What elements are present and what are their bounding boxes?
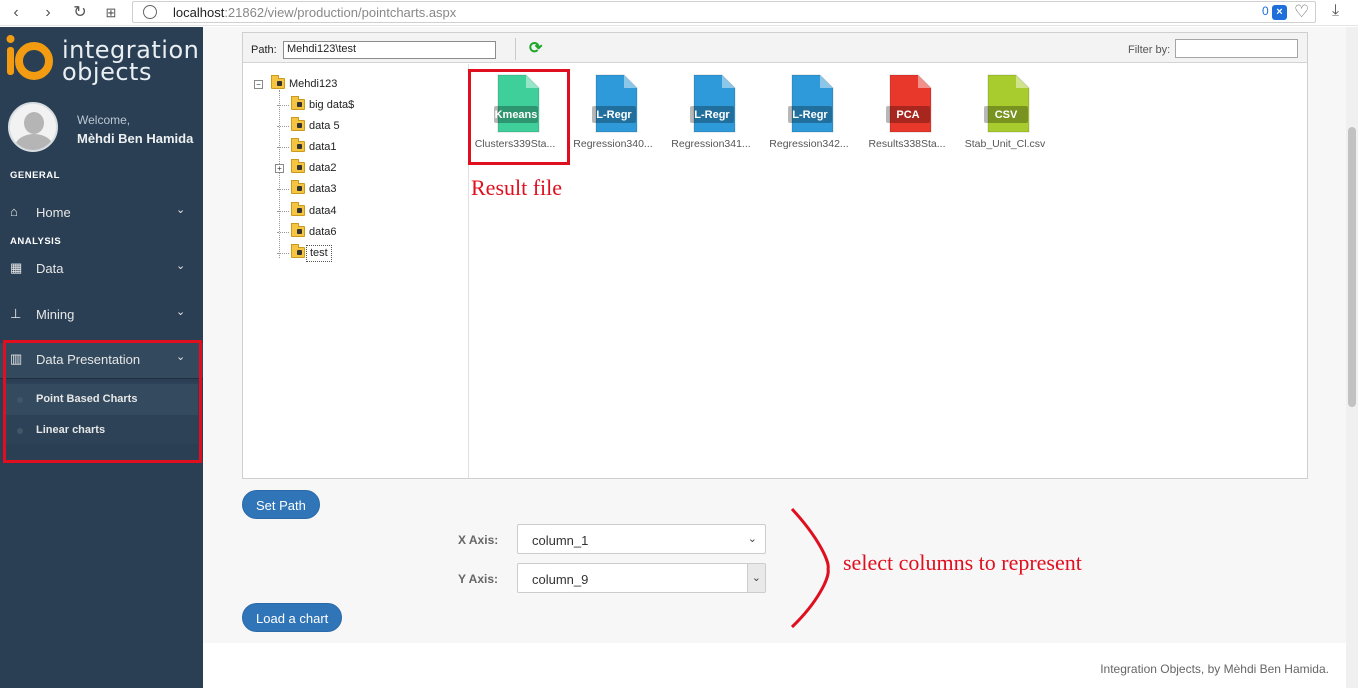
path-toolbar: Path: Mehdi123\test ⟳ Filter by: xyxy=(243,33,1307,63)
expand-icon[interactable]: + xyxy=(275,164,284,173)
sitemap-icon: ⊥ xyxy=(10,306,22,321)
refresh-icon[interactable]: ⟳ xyxy=(529,38,542,58)
load-chart-button[interactable]: Load a chart xyxy=(242,603,343,632)
avatar xyxy=(8,102,58,152)
file-item[interactable]: PCA Results338Sta... xyxy=(862,74,952,159)
tree-label: data6 xyxy=(309,226,337,238)
file-item[interactable]: L-Regr Regression341... xyxy=(666,74,756,159)
chevron-down-icon: ⌄ xyxy=(176,306,186,318)
tree-label: test xyxy=(306,245,332,262)
apps-grid-icon[interactable]: ⊞ xyxy=(101,3,121,23)
download-icon[interactable]: ⤓ xyxy=(1332,2,1339,20)
x-axis-value: column_1 xyxy=(532,533,589,548)
section-general: GENERAL xyxy=(10,170,60,181)
chevron-down-icon: ⌄ xyxy=(747,533,757,545)
highlight-box-sidebar xyxy=(3,340,202,463)
menu-item-data[interactable]: ▦ Data ⌄ xyxy=(0,252,203,284)
favorite-icon[interactable]: ♡ xyxy=(1294,2,1309,22)
svg-text:L-Regr: L-Regr xyxy=(596,109,632,121)
page-scrollbar[interactable] xyxy=(1346,27,1358,688)
logo-line2: objects xyxy=(62,58,152,86)
filter-input[interactable] xyxy=(1175,39,1298,58)
file-item[interactable]: L-Regr Regression342... xyxy=(764,74,854,159)
chevron-down-icon: ⌄ xyxy=(176,204,186,216)
scrollbar-thumb[interactable] xyxy=(1348,127,1356,407)
path-input[interactable]: Mehdi123\test xyxy=(283,41,496,59)
annotation-select-columns: select columns to represent xyxy=(843,550,1082,575)
forward-icon[interactable]: › xyxy=(38,3,58,23)
tree-label: Mehdi123 xyxy=(289,78,338,90)
file-name: Results338Sta... xyxy=(868,138,946,150)
filter-label: Filter by: xyxy=(1128,44,1171,56)
annotation-result-file: Result file xyxy=(471,175,563,200)
document-icon: CSV xyxy=(984,74,1030,133)
svg-text:CSV: CSV xyxy=(995,109,1018,121)
reload-icon[interactable]: ↻ xyxy=(70,3,90,23)
file-list: Kmeans Clusters339Sta... L-Regr Regression3… xyxy=(470,64,1307,478)
browser-toolbar: ‹ › ↻ ⊞ localhost:21862/view/production/… xyxy=(0,0,1358,26)
y-axis-value: column_9 xyxy=(532,572,589,587)
home-icon: ⌂ xyxy=(10,204,18,219)
main-content: Path: Mehdi123\test ⟳ Filter by: − Mehdi… xyxy=(203,27,1358,688)
user-name: Mèhdi Ben Hamida xyxy=(77,131,194,146)
path-label: Path: xyxy=(251,44,277,56)
url-text[interactable]: localhost:21862/view/production/pointcha… xyxy=(173,5,456,20)
sidebar: integration objects Welcome, Mèhdi Ben H… xyxy=(0,27,203,688)
tree-label: data 5 xyxy=(309,120,340,132)
x-axis-select[interactable]: column_1 ⌄ xyxy=(517,524,766,554)
globe-icon xyxy=(143,5,157,19)
chevron-down-icon: ⌄ xyxy=(751,572,761,584)
logo-mark-icon xyxy=(6,35,53,80)
table-icon: ▦ xyxy=(10,260,23,275)
badge-count: 0 xyxy=(1262,4,1269,18)
x-axis-label: X Axis: xyxy=(458,533,499,547)
file-item[interactable]: CSV Stab_Unit_Cl.csv xyxy=(960,74,1050,159)
file-name: Stab_Unit_Cl.csv xyxy=(964,138,1046,150)
collapse-icon[interactable]: − xyxy=(254,80,263,89)
logo[interactable]: integration objects xyxy=(4,31,199,85)
file-explorer: Path: Mehdi123\test ⟳ Filter by: − Mehdi… xyxy=(242,32,1308,479)
document-icon: L-Regr xyxy=(592,74,638,133)
back-icon[interactable]: ‹ xyxy=(6,3,26,23)
tree-label: data3 xyxy=(309,183,337,195)
address-bar[interactable]: localhost:21862/view/production/pointcha… xyxy=(132,1,1316,23)
svg-text:L-Regr: L-Regr xyxy=(694,109,730,121)
menu-item-mining[interactable]: ⊥ Mining ⌄ xyxy=(0,298,203,330)
tree-label: big data$ xyxy=(309,99,355,111)
brace-annotation-icon xyxy=(790,507,830,629)
folder-tree: − Mehdi123 big data$ data 5 data1 + data… xyxy=(243,64,469,478)
menu-label-data: Data xyxy=(36,261,64,276)
menu-label-mining: Mining xyxy=(36,307,75,322)
y-axis-select[interactable]: column_9 ⌄ xyxy=(517,563,766,593)
document-icon: PCA xyxy=(886,74,932,133)
file-name: Regression341... xyxy=(671,138,751,150)
tree-label: data4 xyxy=(309,205,337,217)
tree-label: data1 xyxy=(309,141,337,153)
file-item[interactable]: L-Regr Regression340... xyxy=(568,74,658,159)
menu-item-home[interactable]: ⌂ Home ⌄ xyxy=(0,196,203,228)
extension-icon[interactable]: × xyxy=(1272,5,1287,20)
document-icon: L-Regr xyxy=(690,74,736,133)
tree-label: data2 xyxy=(309,162,337,174)
highlight-box-file xyxy=(468,69,570,165)
set-path-button[interactable]: Set Path xyxy=(242,490,320,519)
svg-text:PCA: PCA xyxy=(896,109,919,121)
menu-label-home: Home xyxy=(36,205,71,220)
welcome-text: Welcome, xyxy=(77,113,131,127)
footer-text: Integration Objects, by Mèhdi Ben Hamida… xyxy=(1100,662,1329,676)
y-axis-label: Y Axis: xyxy=(458,572,499,586)
footer: Integration Objects, by Mèhdi Ben Hamida… xyxy=(203,643,1358,688)
chevron-down-icon: ⌄ xyxy=(176,260,186,272)
document-icon: L-Regr xyxy=(788,74,834,133)
file-name: Regression342... xyxy=(769,138,849,150)
file-name: Regression340... xyxy=(573,138,653,150)
svg-text:L-Regr: L-Regr xyxy=(792,109,828,121)
section-analysis: ANALYSIS xyxy=(10,236,62,247)
